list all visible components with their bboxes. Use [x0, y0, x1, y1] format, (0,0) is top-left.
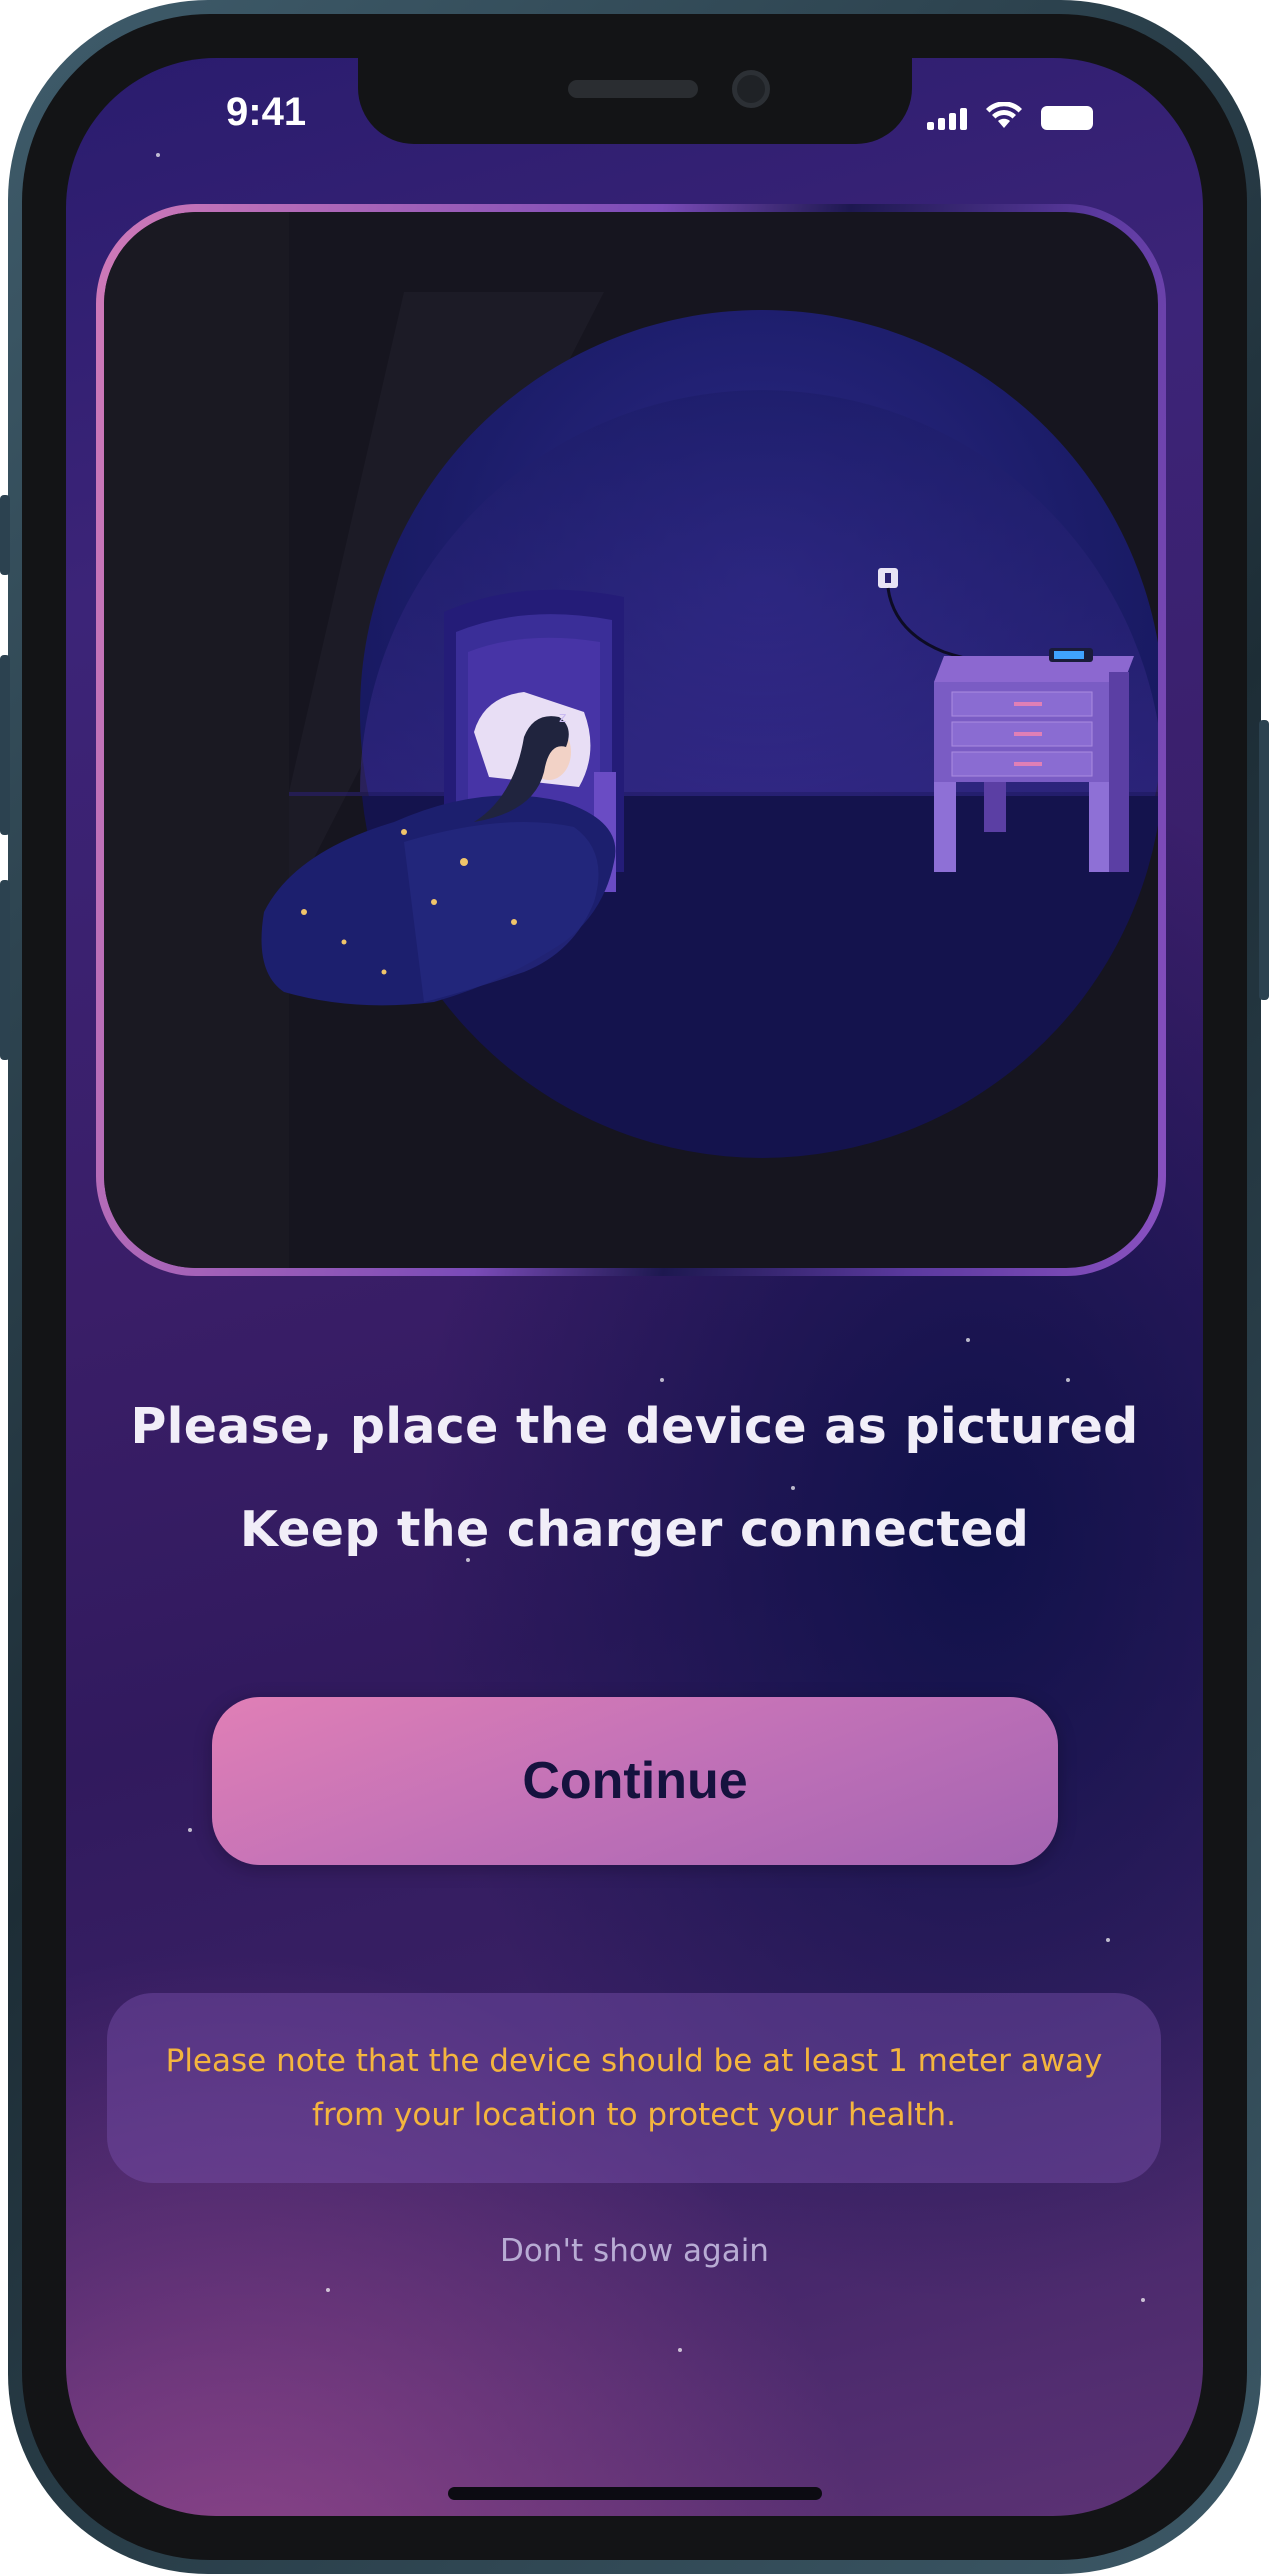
signal-icon	[927, 106, 967, 130]
continue-button-label: Continue	[522, 1752, 748, 1810]
instruction-secondary: Keep the charger connected	[239, 1501, 1030, 1558]
front-camera	[732, 70, 770, 108]
background-star	[966, 1338, 970, 1342]
power-button	[1259, 720, 1269, 1000]
silent-switch	[0, 495, 10, 575]
wifi-icon	[986, 102, 1022, 128]
background-star	[791, 1486, 795, 1490]
background-star	[188, 1828, 192, 1832]
status-time: 9:41	[226, 90, 307, 134]
background-star	[678, 2348, 682, 2352]
dont-show-again-link[interactable]: Don't show again	[66, 2233, 1203, 2269]
bedroom-illustration: z	[104, 212, 1158, 1268]
app-screen: 9:41 z Please, place the device as pictu…	[66, 58, 1203, 2516]
volume-up-button	[0, 655, 10, 835]
instruction-primary: Please, place the device as pictured	[130, 1398, 1139, 1455]
volume-down-button	[0, 880, 10, 1060]
background-star	[1106, 1938, 1110, 1942]
battery-icon	[1041, 106, 1093, 130]
background-star	[466, 1558, 470, 1562]
illustration-frame: z	[104, 212, 1158, 1268]
continue-button[interactable]: Continue	[212, 1697, 1058, 1865]
speaker-grille	[568, 80, 698, 98]
home-indicator	[448, 2487, 822, 2500]
background-star	[156, 153, 160, 157]
status-icons	[927, 100, 1093, 130]
health-note-line-2: from your location to protect your healt…	[312, 2097, 956, 2133]
health-note-line-1: Please note that the device should be at…	[165, 2043, 1103, 2079]
background-star	[1141, 2298, 1145, 2302]
svg-text:z: z	[559, 710, 566, 726]
illustration-card: z	[96, 204, 1166, 1276]
background-star	[660, 1378, 664, 1382]
notch	[358, 58, 912, 144]
background-star	[1066, 1378, 1070, 1382]
background-star	[326, 2288, 330, 2292]
health-note: Please note that the device should be at…	[107, 1993, 1161, 2183]
